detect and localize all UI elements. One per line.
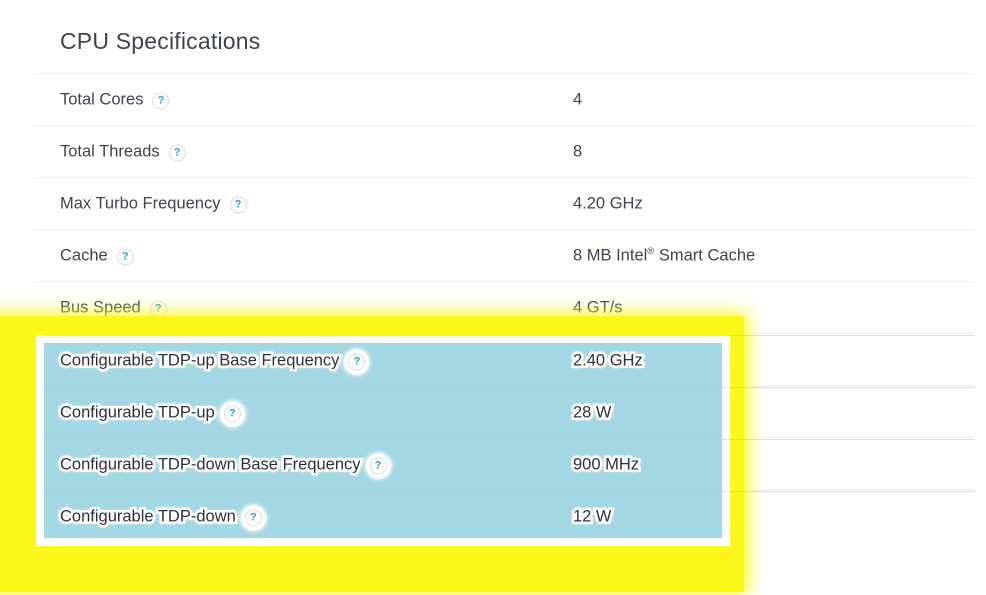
page-title: CPU Specifications bbox=[60, 28, 261, 54]
table-row: Cache? 8 MB Intel® Smart Cache bbox=[33, 229, 975, 281]
spec-label: Configurable TDP-up? bbox=[58, 401, 241, 424]
table-row: Total Threads? 8 bbox=[33, 125, 975, 177]
spec-value: 4.20 GHz bbox=[573, 194, 643, 212]
spec-value: 8 bbox=[573, 142, 583, 160]
table-row: Max Turbo Frequency? 4.20 GHz bbox=[33, 177, 975, 229]
spec-label-text: Configurable TDP-down Base Frequency bbox=[58, 453, 364, 476]
spec-label: Configurable TDP-down Base Frequency? bbox=[58, 453, 387, 476]
question-mark-help-icon[interactable]: ? bbox=[223, 405, 241, 423]
spec-label: Total Cores? bbox=[60, 90, 170, 109]
question-mark-help-icon[interactable]: ? bbox=[229, 196, 247, 213]
highlighted-rows-group: Configurable TDP-up Base Frequency? 2.40 … bbox=[33, 335, 975, 543]
row-divider bbox=[44, 439, 975, 440]
row-divider bbox=[44, 335, 975, 336]
question-mark-help-icon[interactable]: ? bbox=[152, 92, 170, 109]
table-row: Configurable TDP-down Base Frequency? 900… bbox=[33, 439, 975, 491]
spec-label: Max Turbo Frequency? bbox=[60, 194, 247, 213]
table-row: Configurable TDP-up? 28 W bbox=[33, 387, 975, 439]
row-divider bbox=[44, 491, 975, 492]
spec-value: 900 MHz bbox=[570, 453, 641, 476]
cpu-specifications-page: CPU Specifications Total Cores? 4 Total Th… bbox=[0, 0, 986, 595]
spec-label-text: Configurable TDP-up Base Frequency bbox=[57, 349, 341, 372]
question-mark-help-icon[interactable]: ? bbox=[244, 509, 262, 527]
spec-label-text: Configurable TDP-down bbox=[58, 505, 239, 528]
spec-label-text: Configurable TDP-up bbox=[58, 401, 218, 424]
table-row: Total Cores? 4 bbox=[33, 73, 975, 125]
spec-label-text: Total Cores bbox=[60, 90, 144, 108]
spec-label: Configurable TDP-up Base Frequency? bbox=[57, 349, 366, 372]
question-mark-help-icon[interactable]: ? bbox=[348, 353, 366, 371]
spec-label: Configurable TDP-down? bbox=[58, 505, 262, 528]
spec-label-text: Total Threads bbox=[60, 142, 160, 160]
spec-value: 28 W bbox=[571, 401, 614, 424]
spec-value: 8 MB Intel® Smart Cache bbox=[573, 245, 756, 264]
question-mark-help-icon[interactable]: ? bbox=[168, 144, 186, 161]
spec-label-text: Max Turbo Frequency bbox=[60, 194, 221, 212]
spec-label-text: Cache bbox=[60, 246, 108, 264]
row-divider bbox=[44, 387, 975, 388]
table-row: Configurable TDP-up Base Frequency? 2.40 … bbox=[33, 335, 975, 387]
question-mark-help-icon[interactable]: ? bbox=[116, 248, 134, 265]
spec-label: Total Threads? bbox=[60, 142, 186, 161]
table-row: Configurable TDP-down? 12 W bbox=[33, 491, 975, 543]
spec-value: 12 W bbox=[571, 505, 614, 528]
question-mark-help-icon[interactable]: ? bbox=[369, 457, 387, 475]
spec-value: 2.40 GHz bbox=[571, 349, 646, 372]
spec-label: Cache? bbox=[60, 246, 134, 265]
spec-value: 4 bbox=[573, 90, 583, 108]
